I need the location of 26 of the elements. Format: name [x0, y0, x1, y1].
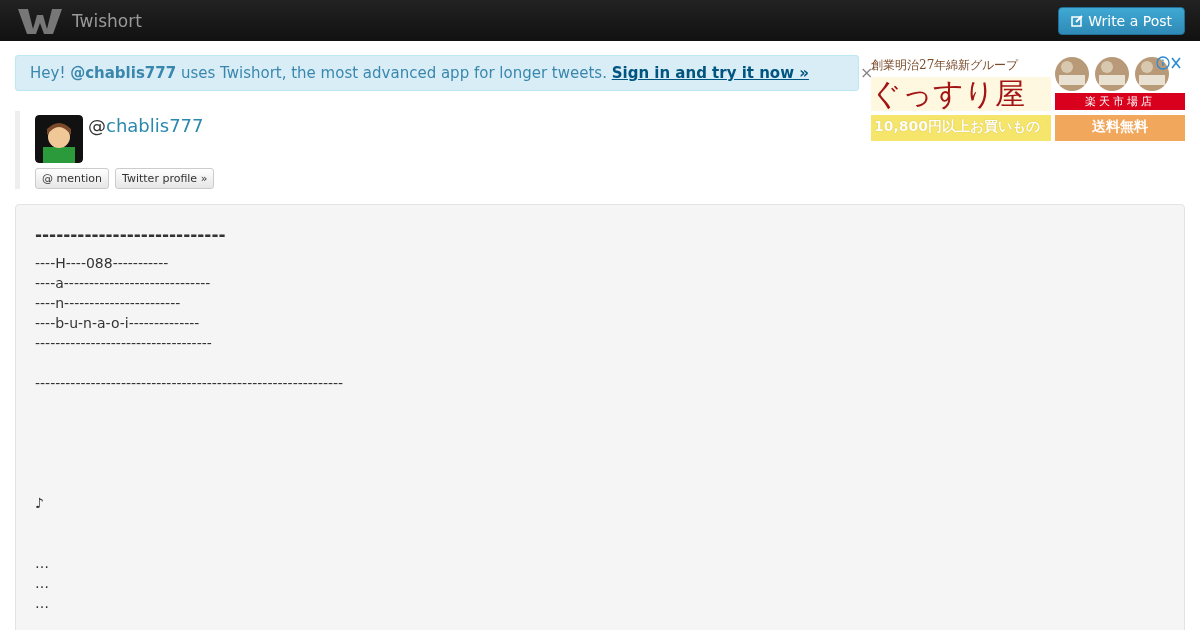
ad-promo: 10,800円以上お買いもの [871, 115, 1051, 141]
profile-button[interactable]: Twitter profile » [115, 168, 215, 189]
post-line: ♪ [35, 494, 45, 513]
ad-shipping: 送料無料 [1055, 115, 1185, 141]
profile-handle[interactable]: @chablis777 [88, 115, 204, 136]
post-line: ------------------------------------------------------------- [35, 374, 345, 393]
post-line: … [35, 554, 50, 573]
post-line: ----H----088----------- [35, 254, 170, 273]
alert-message: Hey! @chablis777 uses Twishort, the most advanced app for longer tweets. Sign in and try it now » [15, 55, 859, 91]
edit-icon [1071, 14, 1084, 27]
ad-tagline: 創業明治27年綿新グループ [871, 57, 1020, 73]
post-heading: --------------------------- [35, 225, 227, 245]
ad-shop-name: ぐっすり屋 [871, 77, 1051, 111]
post-line: … [35, 594, 50, 613]
avatar [35, 115, 83, 163]
ad-info-icon[interactable] [1156, 56, 1182, 70]
post-line: ----n----------------------- [35, 294, 182, 313]
post-line: … [35, 574, 50, 593]
sign-in-link[interactable]: Sign in and try it now » [611, 64, 809, 82]
logo-icon [18, 6, 62, 35]
ad-store-label: 楽天市場店 [1055, 93, 1185, 110]
post-line: ----b-u-n-a-o-i-------------- [35, 314, 201, 333]
brand-name[interactable]: Twishort [72, 10, 1059, 31]
post-line: ----a----------------------------- [35, 274, 212, 293]
post-line: ----------------------------------- [35, 334, 213, 353]
profile-button[interactable]: @ mention [35, 168, 110, 189]
